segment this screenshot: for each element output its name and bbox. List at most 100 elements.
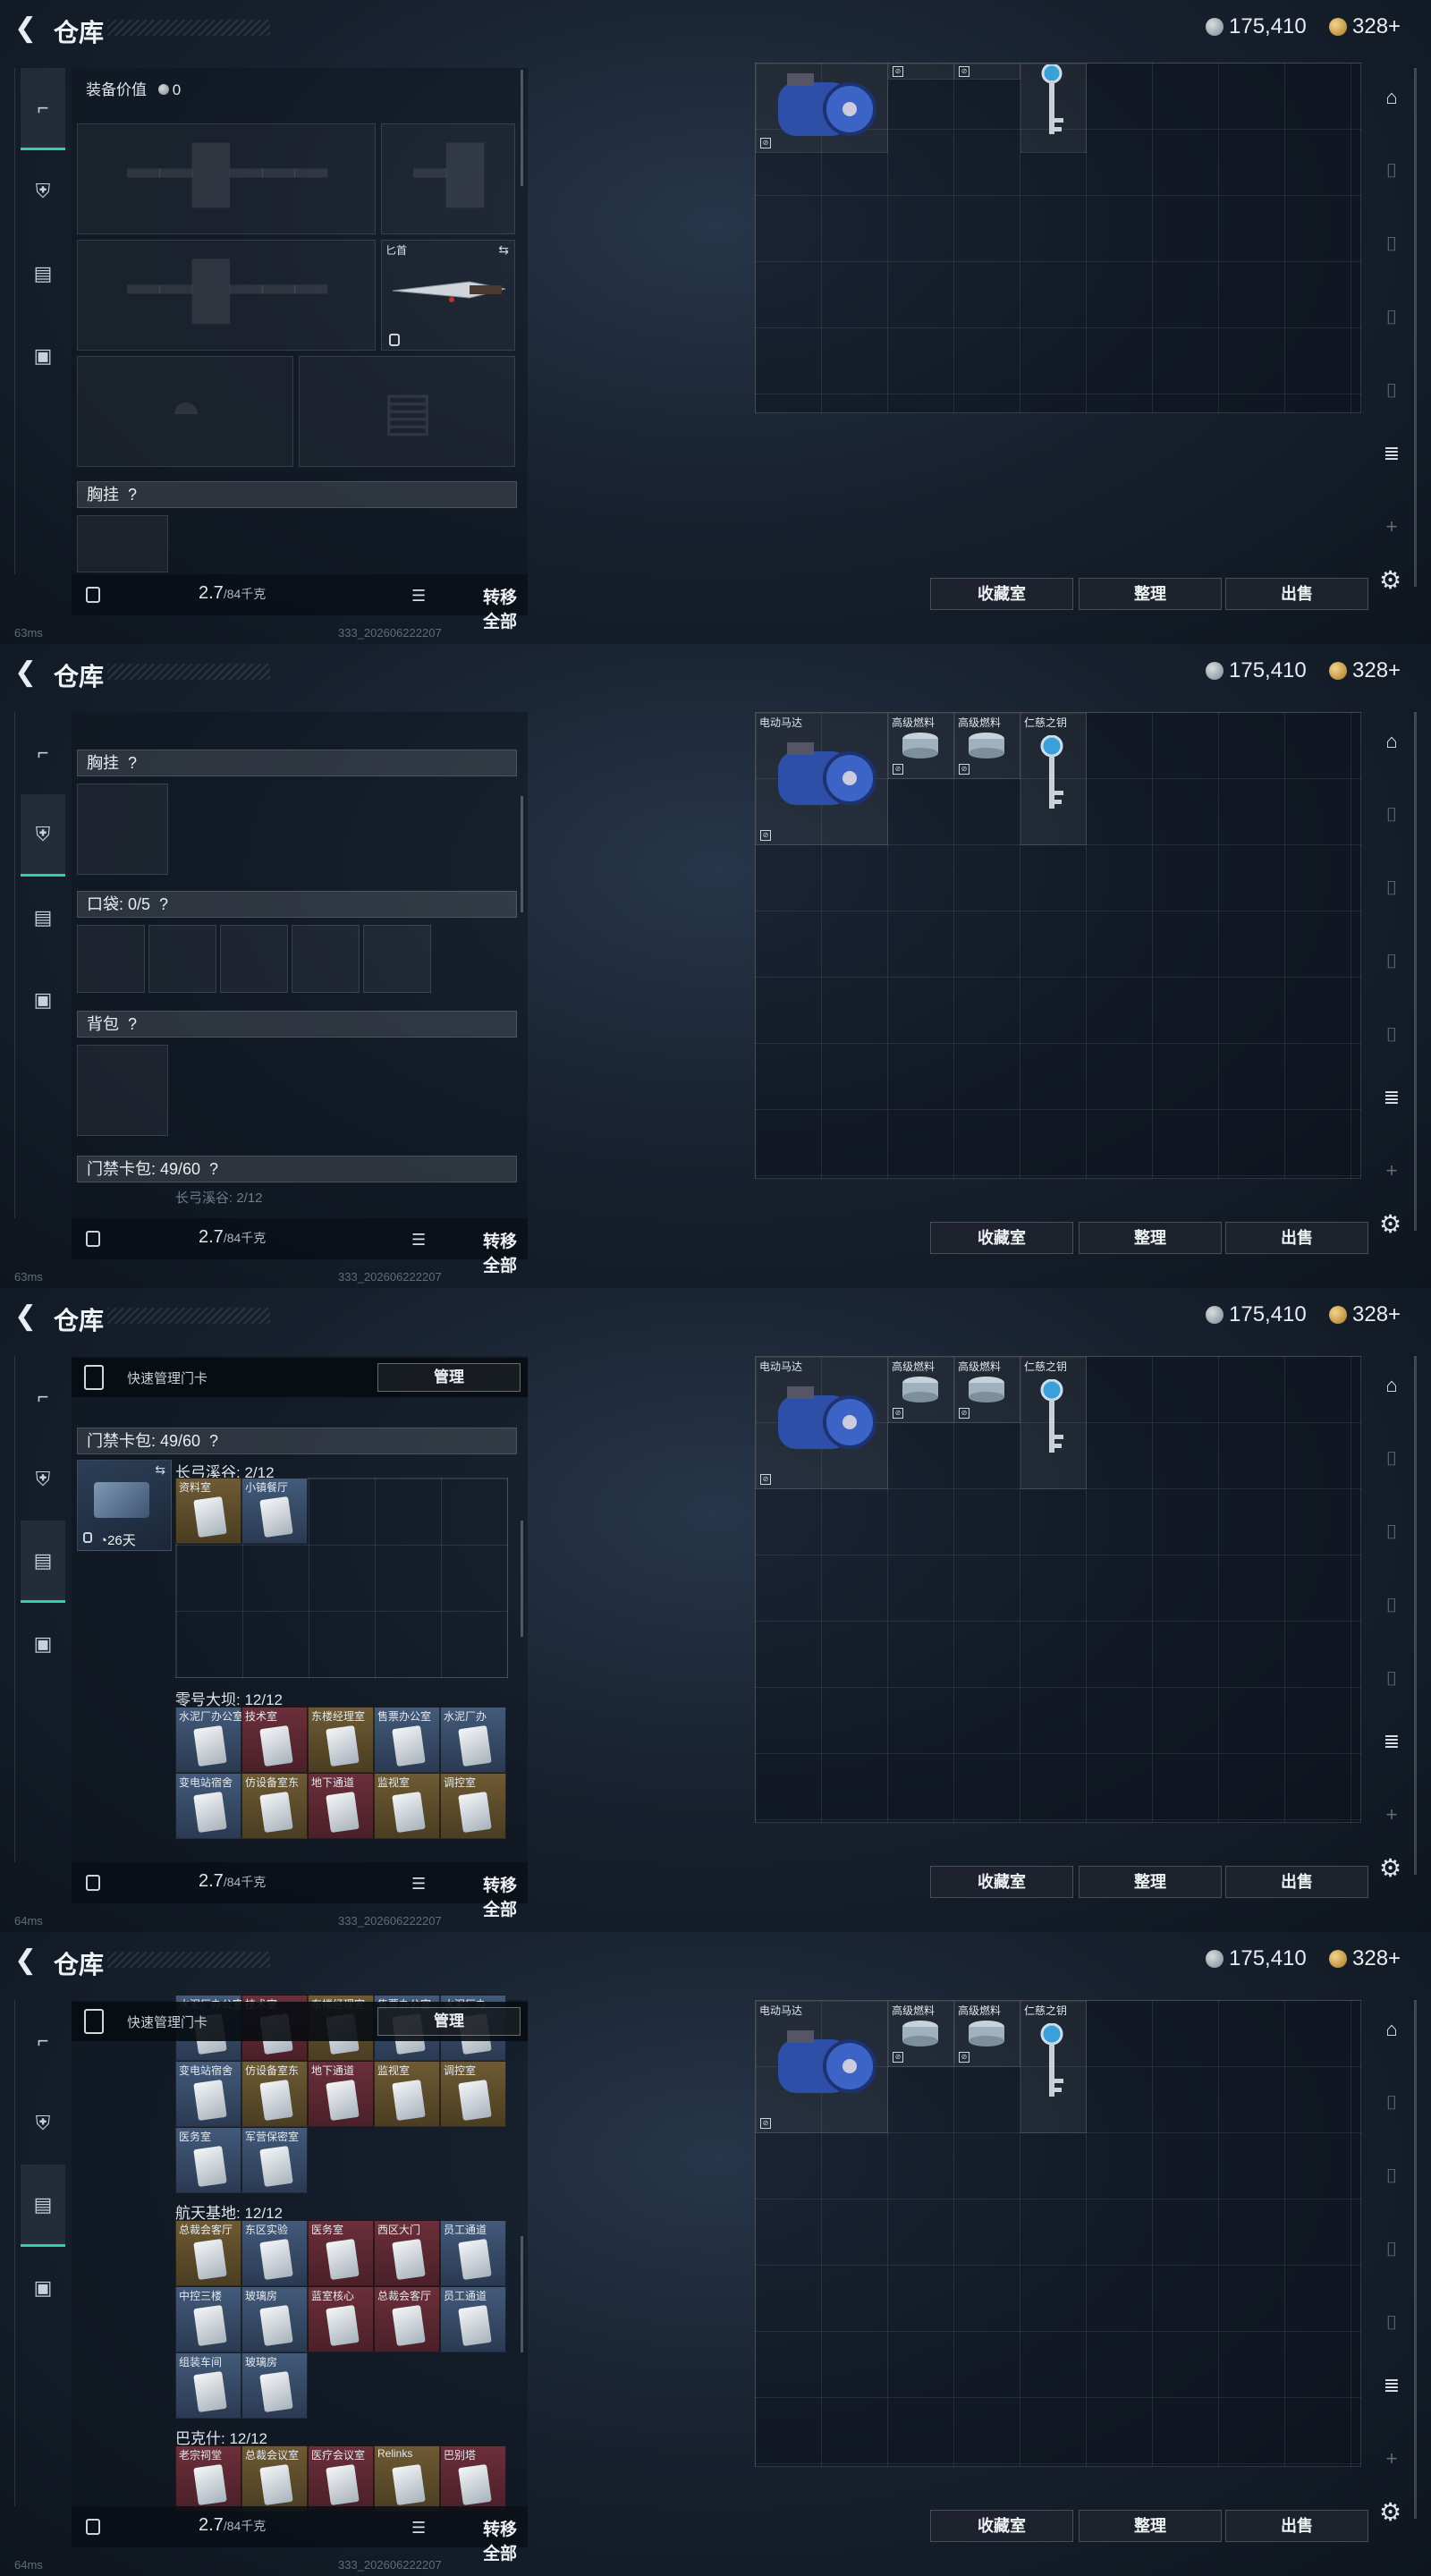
tab-keycard-icon[interactable]: ▤	[21, 877, 65, 959]
add-page-icon[interactable]: +	[1376, 1803, 1408, 1832]
help-icon[interactable]: ?	[209, 1428, 218, 1453]
keycard[interactable]: 蓝室核心	[308, 2286, 374, 2352]
keycard[interactable]: 组装车间	[175, 2352, 241, 2419]
stash-page-1-icon[interactable]: ⌷	[1376, 159, 1408, 188]
gold-currency[interactable]: 328+	[1329, 1946, 1401, 1971]
sort-button[interactable]: 整理	[1079, 578, 1222, 610]
secondary-weapon-slot[interactable]: ━━█━━━	[77, 240, 376, 351]
gold-currency[interactable]: 328+	[1329, 14, 1401, 39]
tab-keycard-icon[interactable]: ▤	[21, 233, 65, 315]
swap-icon[interactable]: ⇆	[155, 1462, 165, 1478]
stash-item-key[interactable]: 仁慈之钥	[1020, 713, 1087, 845]
settings-gear-icon[interactable]: ⚙	[1379, 1209, 1401, 1239]
pocket-slot[interactable]	[363, 925, 431, 993]
sell-button[interactable]: 出售	[1225, 578, 1368, 610]
stash-page-2-icon[interactable]: ⌷	[1376, 877, 1408, 905]
stash-item-key[interactable]	[1020, 64, 1087, 153]
sort-button[interactable]: 整理	[1079, 2510, 1222, 2542]
tab-case-icon[interactable]: ▣	[21, 959, 65, 1041]
back-icon[interactable]: ❮	[14, 659, 39, 686]
lock-icon[interactable]	[86, 1875, 100, 1891]
tab-armor-icon[interactable]: ⛨	[21, 2082, 65, 2165]
stash-page-1-icon[interactable]: ⌷	[1376, 1447, 1408, 1476]
settings-gear-icon[interactable]: ⚙	[1379, 565, 1401, 595]
stash-page-2-icon[interactable]: ⌷	[1376, 1521, 1408, 1549]
keycard[interactable]: 医务室	[308, 2220, 374, 2286]
stash-page-1-icon[interactable]: ⌷	[1376, 803, 1408, 832]
stash-item-key[interactable]: 仁慈之钥	[1020, 1357, 1087, 1489]
pistol-slot[interactable]: ━█	[381, 123, 515, 234]
tab-keycard-icon[interactable]: ▤	[21, 2165, 65, 2247]
keycard[interactable]: 东楼经理室	[308, 1707, 374, 1773]
back-icon[interactable]: ❮	[14, 1947, 39, 1974]
lock-icon[interactable]	[86, 2519, 100, 2535]
stash-all-icon[interactable]: ⌂	[1376, 1374, 1408, 1402]
keycard[interactable]: 技术室	[241, 1707, 308, 1773]
sell-button[interactable]: 出售	[1225, 1222, 1368, 1254]
pocket-slot[interactable]	[220, 925, 288, 993]
tab-armor-icon[interactable]: ⛨	[21, 1438, 65, 1521]
stash-expand-icon[interactable]: ≣	[1376, 2374, 1408, 2402]
list-icon[interactable]: ☰	[411, 1231, 426, 1250]
tab-weapons-icon[interactable]: ⌐	[21, 68, 65, 150]
tab-case-icon[interactable]: ▣	[21, 1603, 65, 1685]
help-icon[interactable]: ?	[159, 892, 168, 917]
transfer-all-button[interactable]: 转移全部	[483, 584, 528, 632]
keycard[interactable]: 地下通道	[308, 1773, 374, 1839]
keycard[interactable]: 地下通道	[308, 2061, 374, 2127]
loadout-scrollbar[interactable]	[521, 796, 523, 912]
settings-gear-icon[interactable]: ⚙	[1379, 1853, 1401, 1883]
keycard[interactable]: 调控室	[440, 2061, 506, 2127]
transfer-all-button[interactable]: 转移全部	[483, 1228, 528, 1276]
keycard[interactable]: 资料室	[175, 1478, 241, 1544]
keycard[interactable]: 监视室	[374, 2061, 440, 2127]
sort-button[interactable]: 整理	[1079, 1866, 1222, 1898]
stash-item-fuel-2[interactable]: 高级燃料 ⊘	[954, 1357, 1020, 1423]
stash-item-fuel-1[interactable]: 高级燃料 ⊘	[888, 713, 954, 779]
keycard[interactable]: 医疗会议室	[308, 2445, 374, 2512]
help-icon[interactable]: ?	[209, 1157, 218, 1182]
stash-item-fuel-2[interactable]: ⊘	[954, 64, 1020, 80]
stash-grid[interactable]: 电动马达 ⊘ 高级燃料 ⊘ 高级燃料 ⊘ 仁慈之钥	[755, 2000, 1361, 2467]
list-icon[interactable]: ☰	[411, 1875, 426, 1894]
keycard[interactable]: 监视室	[374, 1773, 440, 1839]
keycard[interactable]: 员工通道	[440, 2220, 506, 2286]
back-icon[interactable]: ❮	[14, 15, 39, 42]
keycard[interactable]: Relinks	[374, 2445, 440, 2512]
favorites-button[interactable]: 收藏室	[930, 1222, 1073, 1254]
keycard[interactable]: 水泥厂办公室	[175, 1707, 241, 1773]
keycard[interactable]: 东区实验	[241, 2220, 308, 2286]
lock-icon[interactable]	[86, 587, 100, 603]
stash-page-4-icon[interactable]: ⌷	[1376, 1023, 1408, 1052]
stash-expand-icon[interactable]: ≣	[1376, 1086, 1408, 1114]
keycard[interactable]: 玻璃房	[241, 2286, 308, 2352]
help-icon[interactable]: ?	[128, 1012, 137, 1037]
stash-page-3-icon[interactable]: ⌷	[1376, 1594, 1408, 1623]
sell-button[interactable]: 出售	[1225, 2510, 1368, 2542]
gold-currency[interactable]: 328+	[1329, 658, 1401, 683]
help-icon[interactable]: ?	[128, 750, 137, 775]
keycard[interactable]: 总裁会客厅	[175, 2220, 241, 2286]
favorites-button[interactable]: 收藏室	[930, 1866, 1073, 1898]
stash-page-4-icon[interactable]: ⌷	[1376, 1667, 1408, 1696]
tab-armor-icon[interactable]: ⛨	[21, 794, 65, 877]
transfer-all-button[interactable]: 转移全部	[483, 2516, 528, 2564]
keycard[interactable]: 巴别塔	[440, 2445, 506, 2512]
add-page-icon[interactable]: +	[1376, 2447, 1408, 2476]
stash-page-1-icon[interactable]: ⌷	[1376, 2091, 1408, 2120]
keycard[interactable]: 老宗祠堂	[175, 2445, 241, 2512]
stash-grid[interactable]: 电动马达 ⊘ 高级燃料 ⊘ 高级燃料 ⊘ 仁慈之钥	[755, 712, 1361, 1179]
tab-armor-icon[interactable]: ⛨	[21, 150, 65, 233]
stash-item-fuel-1[interactable]: ⊘	[888, 64, 954, 80]
keycard-bag-item[interactable]: ⇆ ◔26天	[77, 1460, 172, 1551]
stash-page-4-icon[interactable]: ⌷	[1376, 379, 1408, 408]
keycard[interactable]: 员工通道	[440, 2286, 506, 2352]
gold-currency[interactable]: 328+	[1329, 1302, 1401, 1327]
stash-item-key[interactable]: 仁慈之钥	[1020, 2001, 1087, 2133]
sell-button[interactable]: 出售	[1225, 1866, 1368, 1898]
stash-page-3-icon[interactable]: ⌷	[1376, 2238, 1408, 2267]
stash-all-icon[interactable]: ⌂	[1376, 86, 1408, 114]
keycard[interactable]: 售票办公室	[374, 1707, 440, 1773]
stash-item-motor[interactable]: 电动马达 ⊘	[756, 2001, 888, 2133]
manage-button[interactable]: 管理	[377, 2007, 521, 2036]
